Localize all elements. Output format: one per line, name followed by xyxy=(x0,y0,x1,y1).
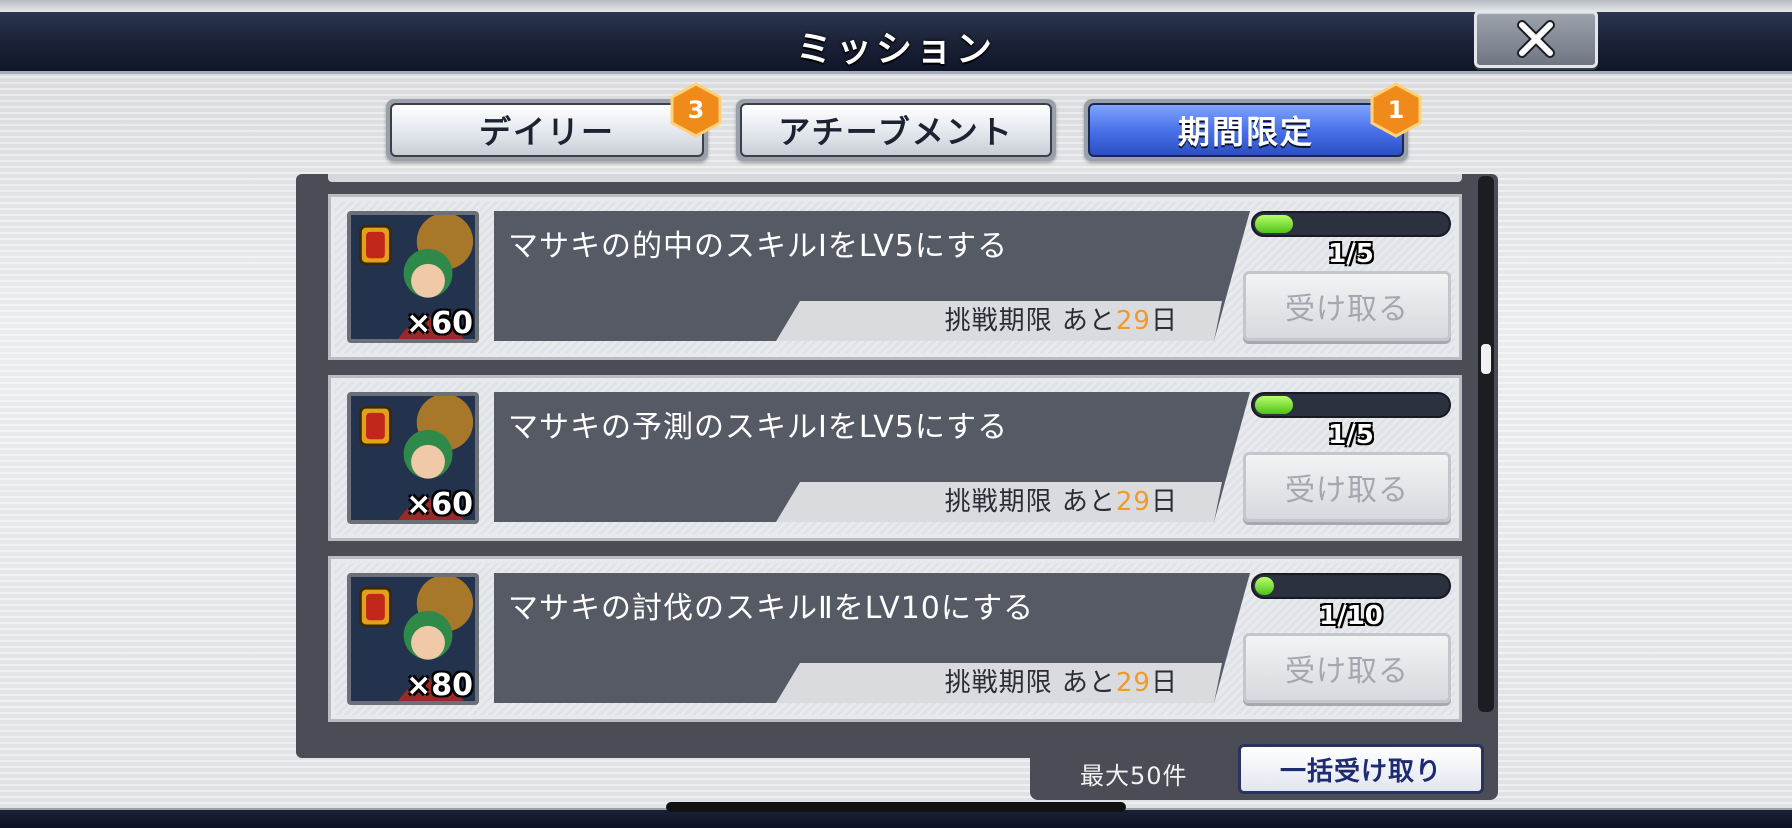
mission-title: マサキの予測のスキルⅠをLV5にする xyxy=(508,410,1009,445)
mission-description: マサキの的中のスキルⅠをLV5にする 挑戦期限 あと29日 xyxy=(494,211,1250,341)
progress-label: 1/10 xyxy=(1319,601,1383,631)
bulk-claim-button[interactable]: 一括受け取り xyxy=(1238,744,1484,794)
scrollbar-thumb[interactable] xyxy=(1481,344,1491,374)
tab-daily[interactable]: デイリー xyxy=(386,99,708,161)
list-top-edge xyxy=(328,174,1462,182)
reward-quantity: ×60 xyxy=(406,306,473,341)
tab-daily-badge: 3 xyxy=(670,82,722,138)
tab-achievement-label: アチーブメント xyxy=(740,103,1052,157)
tab-daily-label: デイリー xyxy=(390,103,704,157)
tab-limited-badge: 1 xyxy=(1370,82,1422,138)
progress-label: 1/5 xyxy=(1328,239,1374,269)
progress-fill xyxy=(1255,215,1293,233)
mission-title: マサキの討伐のスキルⅡをLV10にする xyxy=(508,591,1035,626)
progress-fill xyxy=(1255,577,1274,595)
character-reward-icon: ×80 xyxy=(347,573,479,705)
home-indicator[interactable] xyxy=(666,802,1126,812)
claim-button[interactable]: 受け取る xyxy=(1243,452,1451,522)
mission-description: マサキの予測のスキルⅠをLV5にする 挑戦期限 あと29日 xyxy=(494,392,1250,522)
character-reward-icon: ×60 xyxy=(347,392,479,524)
tab-limited-label: 期間限定 xyxy=(1088,103,1404,157)
mission-description: マサキの討伐のスキルⅡをLV10にする 挑戦期限 あと29日 xyxy=(494,573,1250,703)
scrollbar-track[interactable] xyxy=(1478,176,1494,712)
close-button[interactable] xyxy=(1474,10,1598,68)
progress-bar xyxy=(1251,392,1451,418)
claim-button[interactable]: 受け取る xyxy=(1243,271,1451,341)
progress-label: 1/5 xyxy=(1328,420,1374,450)
max-count-label: 最大50件 xyxy=(1080,762,1188,790)
tab-limited[interactable]: 期間限定 xyxy=(1084,99,1408,161)
mission-item: ×80 マサキの討伐のスキルⅡをLV10にする 挑戦期限 あと29日 1/10 … xyxy=(328,556,1462,722)
mission-deadline: 挑戦期限 あと29日 xyxy=(944,306,1178,336)
close-icon xyxy=(1517,20,1555,58)
tab-achievement[interactable]: アチーブメント xyxy=(736,99,1056,161)
mission-item: ×60 マサキの予測のスキルⅠをLV5にする 挑戦期限 あと29日 1/5 受け… xyxy=(328,375,1462,541)
claim-button[interactable]: 受け取る xyxy=(1243,633,1451,703)
mission-title: マサキの的中のスキルⅠをLV5にする xyxy=(508,229,1009,264)
mission-deadline: 挑戦期限 あと29日 xyxy=(944,487,1178,517)
mission-item: ×60 マサキの的中のスキルⅠをLV5にする 挑戦期限 あと29日 1/5 受け… xyxy=(328,194,1462,360)
reward-quantity: ×60 xyxy=(406,487,473,522)
progress-fill xyxy=(1255,396,1293,414)
progress-bar xyxy=(1251,573,1451,599)
reward-quantity: ×80 xyxy=(406,668,473,703)
progress-bar xyxy=(1251,211,1451,237)
mission-deadline: 挑戦期限 あと29日 xyxy=(944,668,1178,698)
character-reward-icon: ×60 xyxy=(347,211,479,343)
